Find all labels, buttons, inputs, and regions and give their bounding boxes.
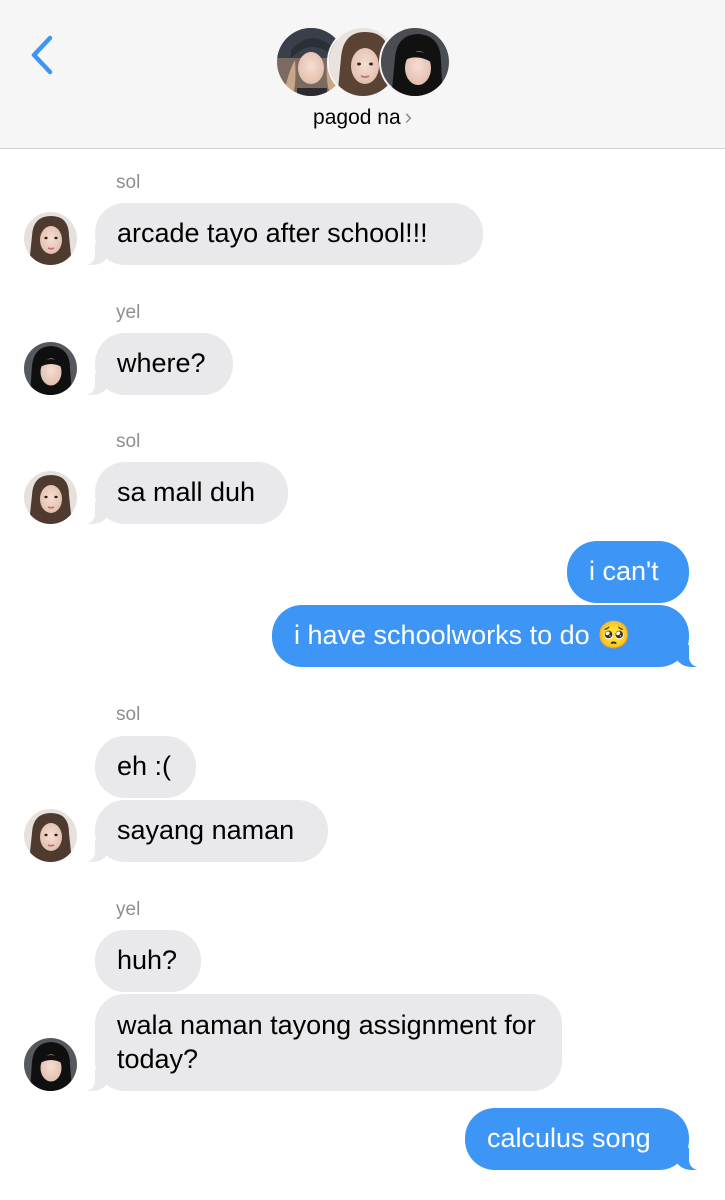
- sender-name: yel: [116, 899, 141, 920]
- group-avatars[interactable]: [275, 26, 451, 98]
- message-text: sa mall duh: [117, 477, 256, 507]
- sender-name: sol: [116, 704, 141, 725]
- message-text: calculus song: [487, 1123, 651, 1153]
- chevron-left-icon: [31, 35, 53, 75]
- message-bubble[interactable]: sa mall duh: [83, 462, 288, 524]
- sender-name: yel: [116, 302, 141, 323]
- sender-name: sol: [116, 172, 141, 193]
- message-text: i can't: [589, 556, 659, 586]
- message-bubble[interactable]: sayang naman: [83, 800, 328, 862]
- back-button[interactable]: [24, 30, 64, 80]
- message-bubble[interactable]: wala naman tayong assignment for today?: [83, 994, 562, 1091]
- avatar-yel[interactable]: [24, 342, 77, 395]
- message-bubble-outgoing[interactable]: i can't: [567, 541, 689, 603]
- message-bubble[interactable]: arcade tayo after school!!!: [83, 203, 483, 265]
- message-bubble[interactable]: eh :(: [95, 736, 196, 798]
- message-bubble[interactable]: where?: [83, 333, 233, 395]
- avatar-sol[interactable]: [24, 809, 77, 862]
- message-bubble-outgoing[interactable]: calculus song: [465, 1108, 701, 1170]
- conversation-title[interactable]: pagod na ›: [0, 104, 725, 130]
- message-bubble-outgoing[interactable]: i have schoolworks to do 🥺: [272, 605, 701, 667]
- message-bubble[interactable]: huh?: [95, 930, 201, 992]
- avatar-yel[interactable]: [24, 1038, 77, 1091]
- message-text: wala naman tayong assignment for today?: [117, 1010, 536, 1074]
- sender-name: sol: [116, 431, 141, 452]
- chevron-right-icon: ›: [404, 104, 412, 129]
- conversation-header: pagod na ›: [0, 0, 725, 149]
- group-name: pagod na: [313, 106, 401, 129]
- avatar-sol[interactable]: [24, 471, 77, 524]
- group-avatar: [379, 26, 451, 98]
- message-text: arcade tayo after school!!!: [117, 218, 428, 248]
- message-text: where?: [117, 348, 206, 378]
- message-text: eh :(: [117, 751, 172, 781]
- message-text: i have schoolworks to do 🥺: [294, 620, 631, 650]
- avatar-sol[interactable]: [24, 212, 77, 265]
- message-text: sayang naman: [117, 815, 295, 845]
- message-text: huh?: [117, 945, 178, 975]
